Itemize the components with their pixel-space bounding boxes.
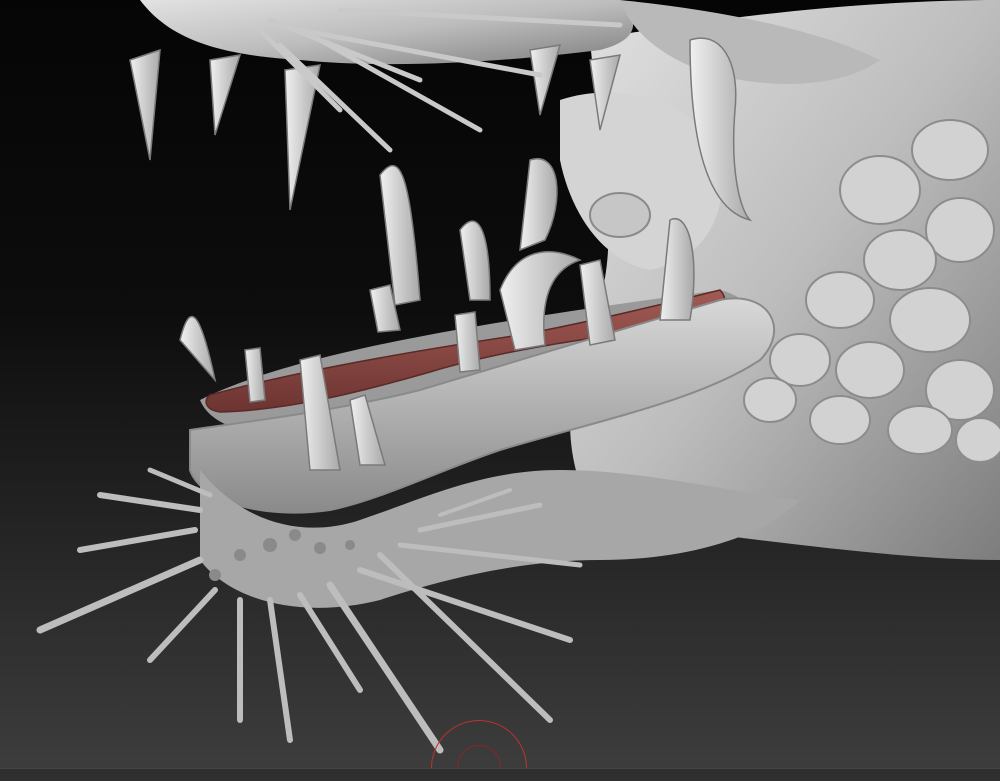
canvas-bottom-edge (0, 768, 1000, 781)
sculpt-model (36, 0, 1000, 754)
document-canvas[interactable] (0, 0, 1000, 781)
